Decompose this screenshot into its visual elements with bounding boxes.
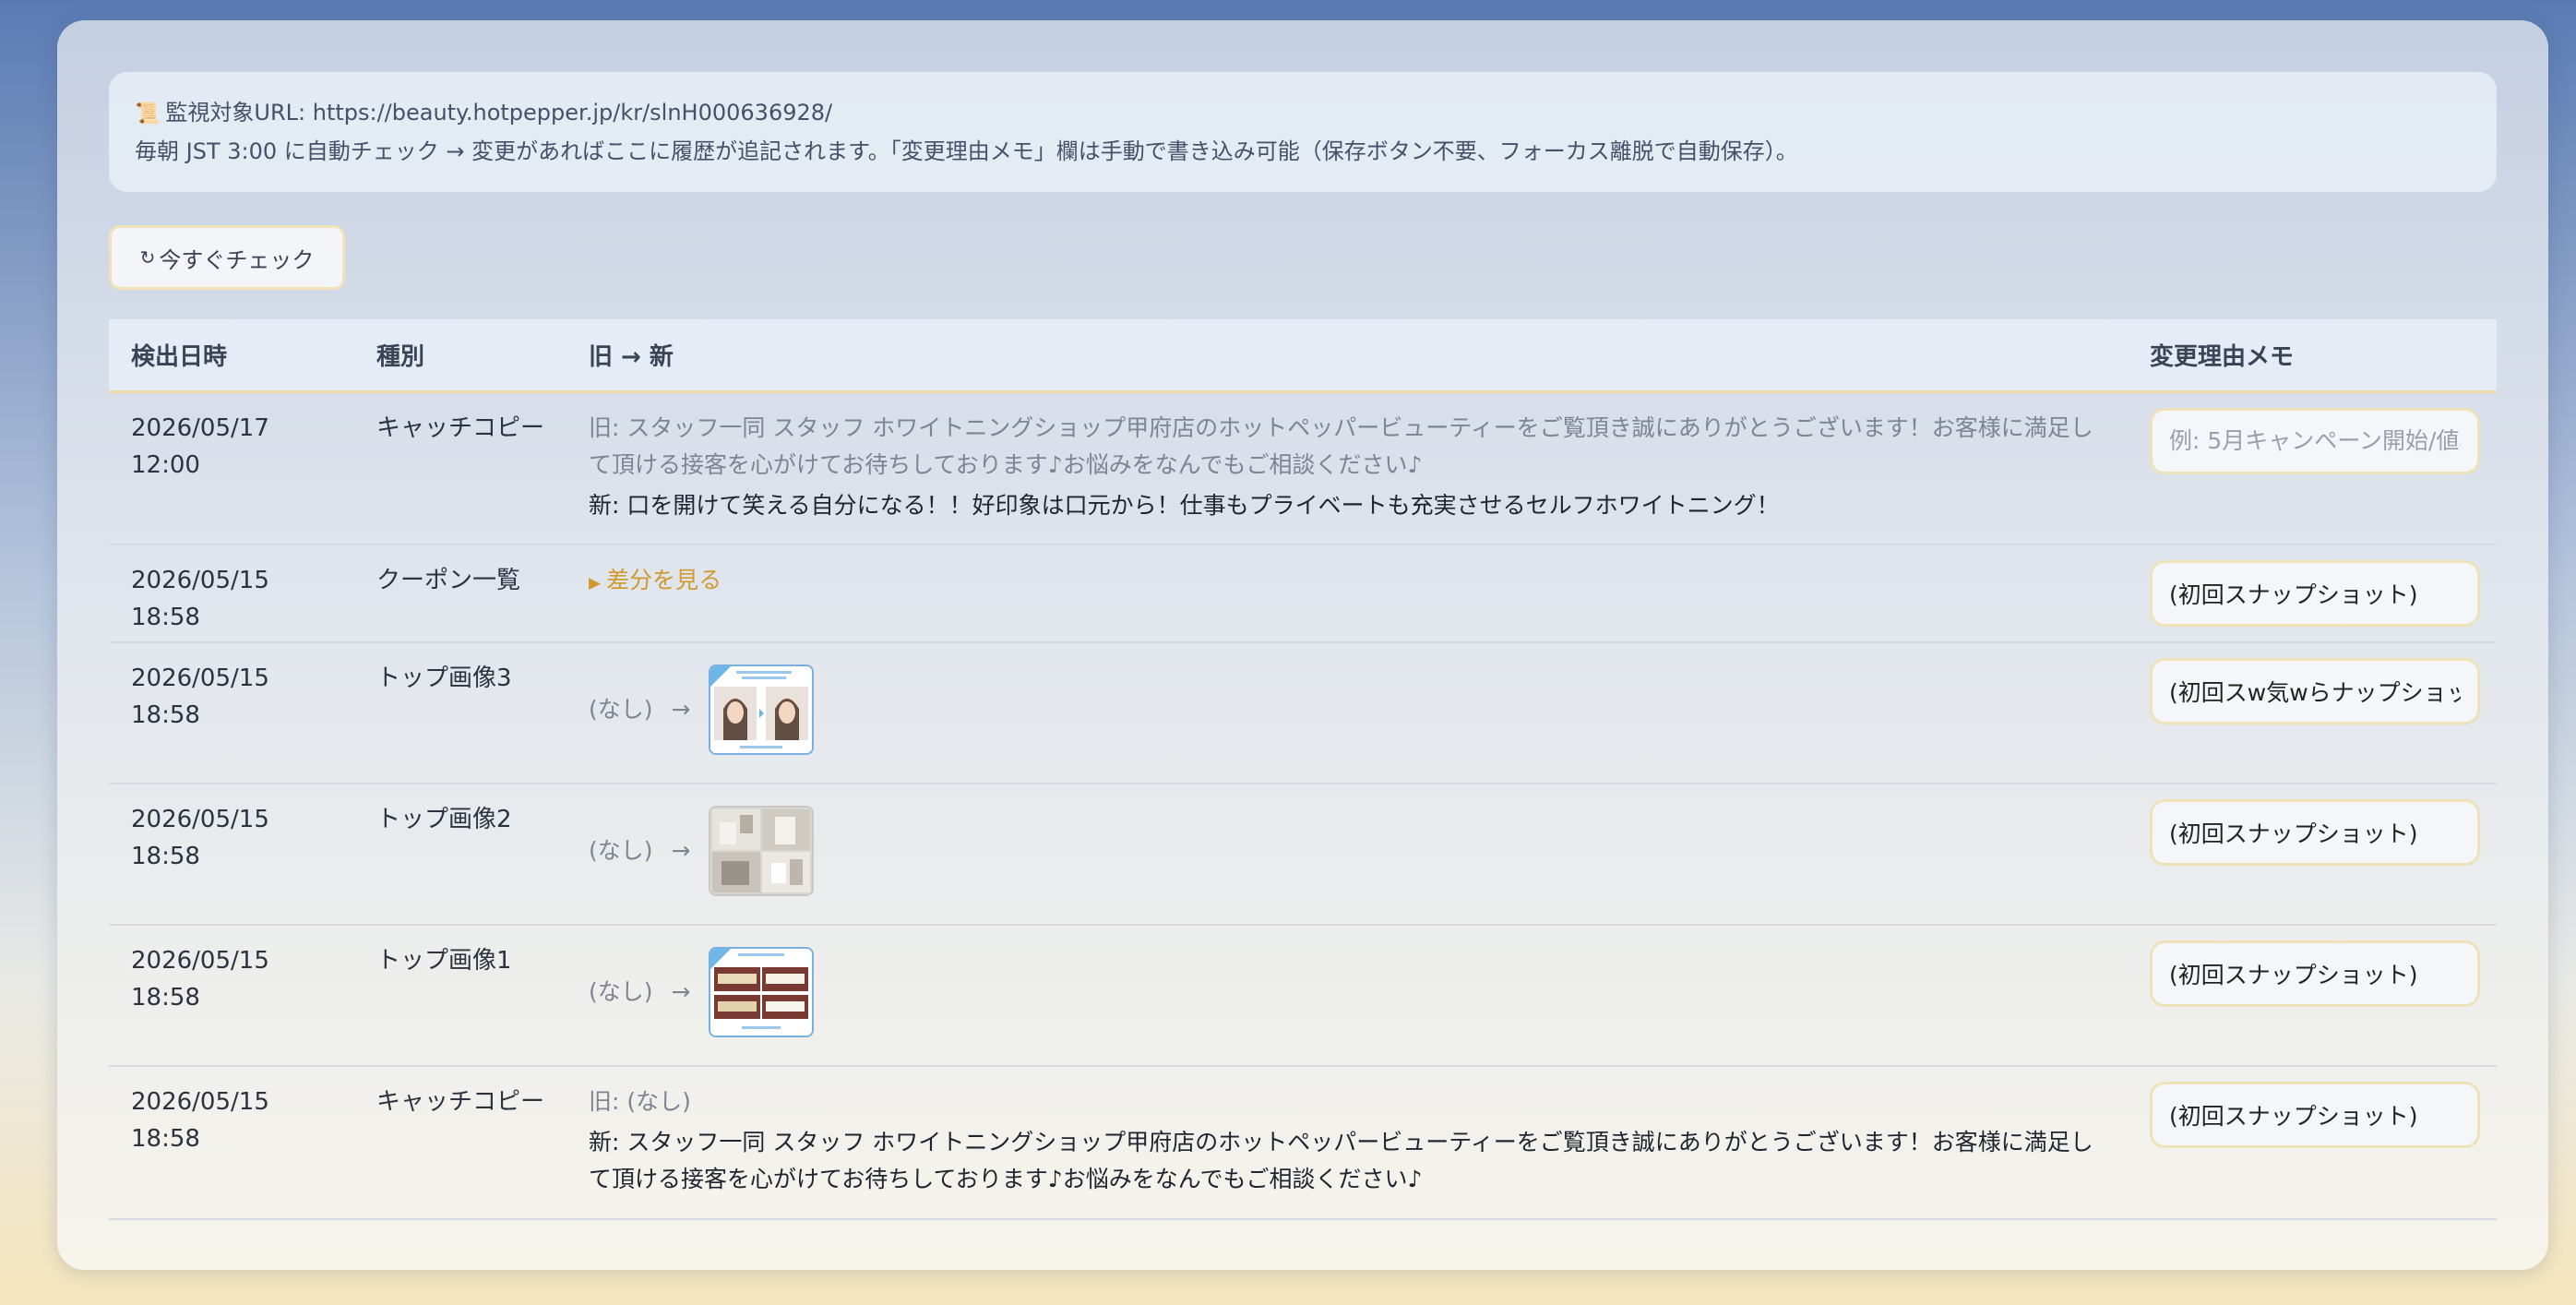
table-row: 2026/05/15 18:58 トップ画像2 (なし) →	[109, 784, 2497, 926]
image-diff: (なし) →	[589, 664, 2105, 756]
table-row: 2026/05/15 18:58 トップ画像3 (なし) →	[109, 642, 2497, 784]
new-value: 新: 口を開けて笑える自分になる！！好印象は口元から！仕事もプライベートも充実さ…	[589, 491, 1780, 519]
old-none: (なし)	[589, 696, 653, 723]
table-header-row: 検出日時 種別 旧 → 新 変更理由メモ	[109, 319, 2497, 393]
row-memo	[2128, 391, 2497, 545]
row-diff: 旧: スタッフ一同 スタッフ ホワイトニングショップ甲府店のホットペッパービュー…	[566, 391, 2128, 545]
check-now-label: 今すぐチェック	[159, 246, 315, 273]
memo-input[interactable]	[2150, 1082, 2480, 1148]
row-date: 2026/05/15 18:58	[109, 784, 354, 926]
view-diff-toggle[interactable]: ▶ 差分を見る	[589, 567, 722, 593]
old-none: (なし)	[589, 978, 653, 1005]
schedule-description: 毎朝 JST 3:00 に自動チェック → 変更があればここに履歴が追記されます…	[135, 138, 1798, 164]
memo-input[interactable]	[2150, 799, 2480, 866]
row-diff: (なし) →	[566, 925, 2128, 1067]
row-diff: 旧: (なし) 新: スタッフ一同 スタッフ ホワイトニングショップ甲府店のホッ…	[566, 1066, 2128, 1220]
row-diff: ▶ 差分を見る	[566, 545, 2128, 643]
table-row: 2026/05/15 18:58 トップ画像1 (なし) →	[109, 925, 2497, 1067]
arrow-right-icon: →	[671, 696, 691, 723]
arrow-right-icon: →	[671, 837, 691, 864]
header-type: 種別	[354, 319, 566, 393]
row-type: キャッチコピー	[354, 1066, 566, 1220]
old-value: 旧: (なし)	[589, 1088, 691, 1115]
thumbnail-before-after[interactable]	[709, 664, 815, 755]
history-table: 検出日時 種別 旧 → 新 変更理由メモ 2026/05/17 12:00 キャ…	[109, 319, 2497, 1220]
arrow-right-icon: →	[671, 978, 691, 1005]
row-type: トップ画像3	[354, 642, 566, 784]
view-diff-label: 差分を見る	[606, 567, 722, 593]
row-memo	[2128, 642, 2497, 784]
thumbnail-teeth[interactable]	[709, 947, 815, 1037]
refresh-icon: ↻	[139, 246, 156, 269]
row-date: 2026/05/15 18:58	[109, 1066, 354, 1220]
row-memo	[2128, 545, 2497, 643]
check-now-button[interactable]: ↻ 今すぐチェック	[109, 225, 345, 290]
new-value: 新: スタッフ一同 スタッフ ホワイトニングショップ甲府店のホットペッパービュー…	[589, 1129, 2093, 1192]
row-type: トップ画像2	[354, 784, 566, 926]
row-type: キャッチコピー	[354, 391, 566, 545]
memo-input[interactable]	[2150, 560, 2480, 627]
thumbnail-interior[interactable]	[709, 806, 815, 896]
old-value: 旧: スタッフ一同 スタッフ ホワイトニングショップ甲府店のホットペッパービュー…	[589, 413, 2093, 478]
table-row: 2026/05/17 12:00 キャッチコピー 旧: スタッフ一同 スタッフ …	[109, 391, 2497, 545]
info-panel: 📜 監視対象URL: https://beauty.hotpepper.jp/kr…	[109, 72, 2497, 192]
header-date: 検出日時	[109, 319, 354, 393]
row-diff: (なし) →	[566, 642, 2128, 784]
row-date: 2026/05/15 18:58	[109, 545, 354, 643]
main-card: 📜 監視対象URL: https://beauty.hotpepper.jp/kr…	[57, 20, 2548, 1270]
row-date: 2026/05/17 12:00	[109, 391, 354, 545]
row-date: 2026/05/15 18:58	[109, 642, 354, 784]
row-type: トップ画像1	[354, 925, 566, 1067]
image-diff: (なし) →	[589, 946, 2105, 1038]
monitor-url-text: 監視対象URL: https://beauty.hotpepper.jp/kr/…	[165, 100, 833, 126]
scroll-icon: 📜	[135, 102, 161, 126]
row-type: クーポン一覧	[354, 545, 566, 643]
row-memo	[2128, 1066, 2497, 1220]
row-memo	[2128, 784, 2497, 926]
old-none: (なし)	[589, 837, 653, 864]
triangle-right-icon: ▶	[589, 574, 602, 593]
row-memo	[2128, 925, 2497, 1067]
memo-input[interactable]	[2150, 940, 2480, 1007]
image-diff: (なし) →	[589, 805, 2105, 897]
table-row: 2026/05/15 18:58 キャッチコピー 旧: (なし) 新: スタッフ…	[109, 1066, 2497, 1220]
memo-input[interactable]	[2150, 407, 2480, 474]
row-diff: (なし) →	[566, 784, 2128, 926]
memo-input[interactable]	[2150, 658, 2480, 724]
header-diff: 旧 → 新	[566, 319, 2128, 393]
row-date: 2026/05/15 18:58	[109, 925, 354, 1067]
table-row: 2026/05/15 18:58 クーポン一覧 ▶ 差分を見る	[109, 545, 2497, 643]
header-memo: 変更理由メモ	[2128, 319, 2497, 393]
monitor-url-line: 📜 監視対象URL: https://beauty.hotpepper.jp/kr…	[135, 94, 2471, 133]
